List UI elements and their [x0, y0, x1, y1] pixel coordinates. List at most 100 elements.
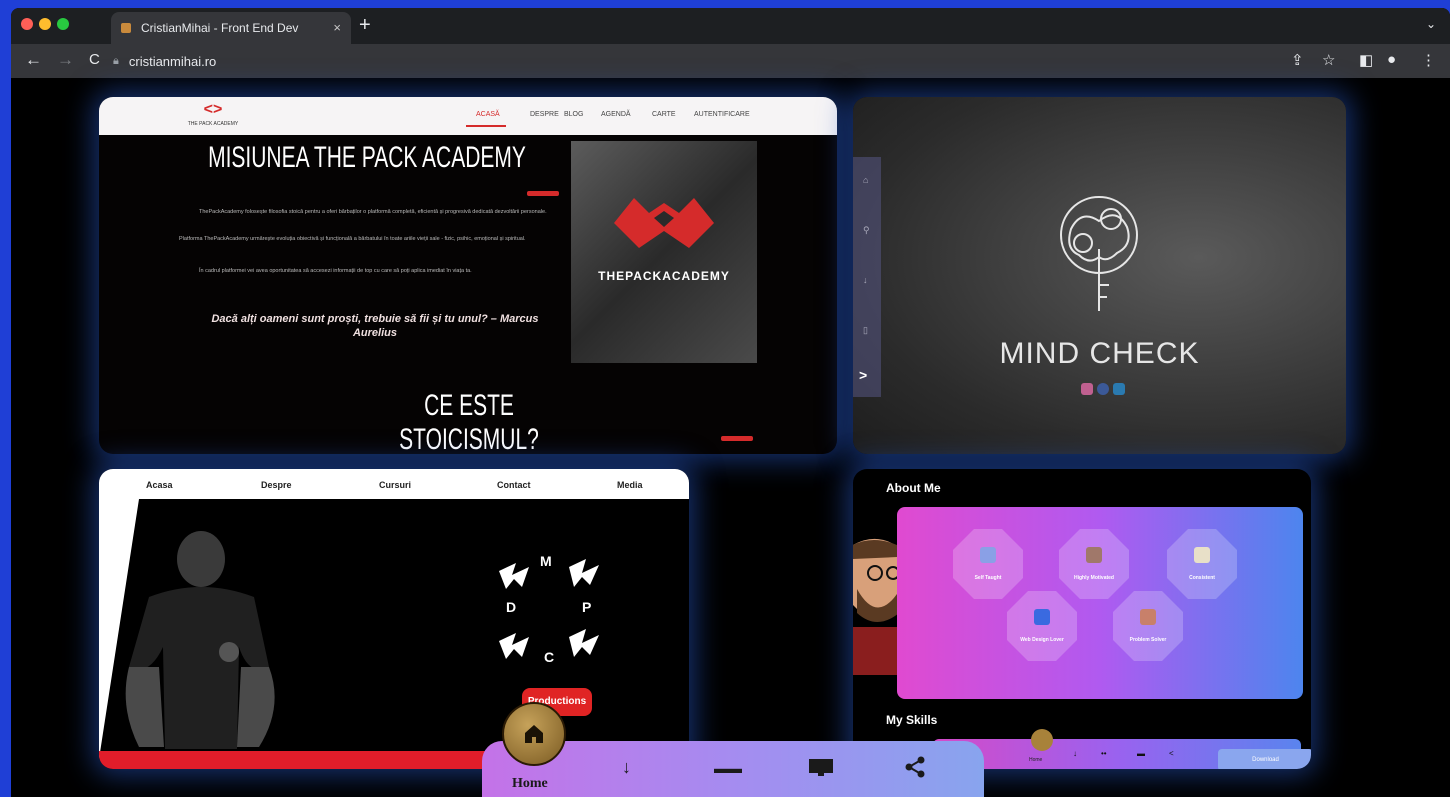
trait-consistent: Consistent — [1167, 529, 1237, 599]
trait-label: Highly Motivated — [1073, 575, 1114, 581]
accent-bar — [527, 191, 559, 196]
share-icon[interactable] — [904, 756, 926, 778]
bookmark-star-icon[interactable]: ☆ — [1322, 51, 1335, 69]
home-button[interactable] — [502, 702, 566, 766]
trait-label: Web Design Lover — [1020, 637, 1064, 643]
image-caption: THEPACKACADEMY — [598, 269, 730, 283]
trait-problem-solver: Problem Solver — [1113, 591, 1183, 661]
profile-icon[interactable]: ● — [1387, 51, 1396, 68]
monitor-icon[interactable] — [808, 758, 834, 778]
mini-monitor-icon[interactable]: ▬ — [1137, 749, 1145, 758]
my-skills-title: My Skills — [886, 713, 938, 727]
mini-glasses-icon[interactable]: •• — [1101, 749, 1107, 758]
pack-academy-logo: <> THE PACK ACADEMY — [181, 101, 245, 131]
trait-label: Problem Solver — [1129, 637, 1167, 643]
site-header: <> THE PACK ACADEMY ACASĂ DESPRE BLOG AG… — [99, 97, 837, 135]
logo-mark-icon: <> — [203, 101, 223, 118]
mini-nav-bar: Home ↓ •• ▬ < Download — [933, 729, 1311, 769]
project-card-mind-check[interactable]: ⌂ ⚲ ↓ ▯ > MIND CHECK — [853, 97, 1346, 454]
dmpc-logo: M D P C — [494, 553, 604, 673]
nav-cursuri[interactable]: Cursuri — [379, 480, 411, 490]
nav-carte[interactable]: CARTE — [652, 111, 676, 118]
stoicism-headline: CE ESTE STOICISMUL? — [399, 389, 539, 454]
close-window-button[interactable] — [21, 18, 33, 30]
motivated-icon — [1086, 547, 1102, 563]
accent-bar-2 — [721, 436, 753, 441]
project-card-portfolio[interactable]: About Me Self Taught Highly Motivated Co… — [853, 469, 1311, 769]
side-file-icon[interactable]: ▯ — [863, 325, 868, 336]
calendar-icon — [1194, 547, 1210, 563]
mission-headline: MISIUNEA THE PACK ACADEMY — [208, 141, 526, 174]
logo-letter-m: M — [540, 553, 552, 569]
marcus-aurelius-quote: Dacă alți oameni sunt proști, trebuie să… — [211, 313, 539, 339]
tab-search-chevron-icon[interactable]: ⌄ — [1426, 17, 1436, 31]
nav-acasa[interactable]: ACASĂ — [476, 111, 500, 118]
mission-paragraph-2: Platforma ThePackAcademy urmărește evolu… — [179, 236, 526, 242]
url-text: cristianmihai.ro — [128, 53, 217, 69]
nav-active-underline — [466, 125, 506, 127]
facebook-icon[interactable] — [1097, 383, 1109, 395]
nav-contact[interactable]: Contact — [497, 480, 531, 490]
tab-strip: CristianMihai - Front End Dev × + ⌄ — [11, 8, 1450, 44]
nav-blog[interactable]: BLOG — [564, 111, 583, 118]
logo-letter-p: P — [582, 599, 592, 615]
nav-agenda[interactable]: AGENDĂ — [601, 111, 631, 118]
mind-check-title: MIND CHECK — [999, 337, 1200, 370]
download-button[interactable]: Download — [1218, 749, 1311, 769]
nav-despre[interactable]: Despre — [261, 480, 292, 490]
linkedin-icon[interactable] — [1113, 383, 1125, 395]
nav-acasa[interactable]: Acasa — [146, 480, 173, 490]
traits-panel: Self Taught Highly Motivated Consistent … — [897, 507, 1303, 699]
minimize-window-button[interactable] — [39, 18, 51, 30]
side-user-icon[interactable]: ⚲ — [863, 225, 870, 236]
site-header: Acasa Despre Cursuri Contact Media — [99, 469, 689, 499]
trait-self-taught: Self Taught — [953, 529, 1023, 599]
home-icon — [525, 725, 543, 743]
toolbar: ← → C 🔒︎ cristianmihai.ro ⇪ ☆ ◧ ● ⋮ — [11, 44, 1450, 78]
new-tab-button[interactable]: + — [359, 14, 371, 37]
maximize-window-button[interactable] — [57, 18, 69, 30]
project-card-pack-academy[interactable]: <> THE PACK ACADEMY ACASĂ DESPRE BLOG AG… — [99, 97, 837, 454]
trait-label: Consistent — [1189, 575, 1215, 581]
athlete-photo — [125, 531, 275, 749]
tab-title: CristianMihai - Front End Dev — [141, 21, 299, 35]
pack-academy-image: THEPACKACADEMY — [571, 141, 757, 363]
trait-label: Self Taught — [974, 575, 1002, 581]
browser-tab[interactable]: CristianMihai - Front End Dev × — [111, 12, 351, 44]
trait-highly-motivated: Highly Motivated — [1059, 529, 1129, 599]
bitmoji-avatar — [853, 538, 903, 675]
tab-close-icon[interactable]: × — [333, 20, 341, 35]
wolf-logo-icon — [614, 198, 714, 248]
self-taught-icon — [980, 547, 996, 563]
arrow-down-icon[interactable]: ↓ — [622, 757, 631, 778]
problem-solver-icon — [1140, 609, 1156, 625]
favicon-icon — [121, 23, 131, 33]
glasses-icon[interactable]: ▬▬ — [714, 760, 742, 776]
brain-key-logo-icon — [1060, 196, 1138, 311]
back-icon[interactable]: ← — [25, 50, 42, 70]
mini-home-label: Home — [1029, 757, 1043, 763]
side-down-icon[interactable]: ↓ — [863, 275, 868, 285]
side-home-icon[interactable]: ⌂ — [863, 175, 868, 185]
lock-icon: 🔒︎ — [113, 54, 119, 67]
address-bar[interactable]: 🔒︎ cristianmihai.ro — [113, 49, 1293, 73]
trait-web-design-lover: Web Design Lover — [1007, 591, 1077, 661]
forward-icon[interactable]: → — [57, 50, 74, 70]
mini-home-icon[interactable] — [1031, 729, 1053, 751]
project-card-dmpc[interactable]: Acasa Despre Cursuri Contact Media M D P… — [99, 469, 689, 769]
browser-menu-icon[interactable]: ⋮ — [1421, 51, 1436, 69]
nav-media[interactable]: Media — [617, 480, 643, 490]
css-icon — [1034, 609, 1050, 625]
nav-autentificare[interactable]: AUTENTIFICARE — [694, 111, 750, 118]
logo-letter-d: D — [506, 599, 517, 615]
about-me-title: About Me — [886, 481, 941, 495]
mini-down-icon[interactable]: ↓ — [1073, 749, 1077, 758]
home-label: Home — [512, 776, 548, 791]
mission-paragraph-3: În cadrul platformei vei avea oportunita… — [199, 268, 472, 274]
reload-icon[interactable]: C — [89, 51, 100, 68]
share-page-icon[interactable]: ⇪ — [1291, 51, 1304, 69]
instagram-icon[interactable] — [1081, 383, 1093, 395]
mini-share-icon[interactable]: < — [1169, 749, 1174, 758]
nav-despre[interactable]: DESPRE — [530, 111, 559, 118]
sidebar-icon[interactable]: ◧ — [1359, 51, 1373, 69]
